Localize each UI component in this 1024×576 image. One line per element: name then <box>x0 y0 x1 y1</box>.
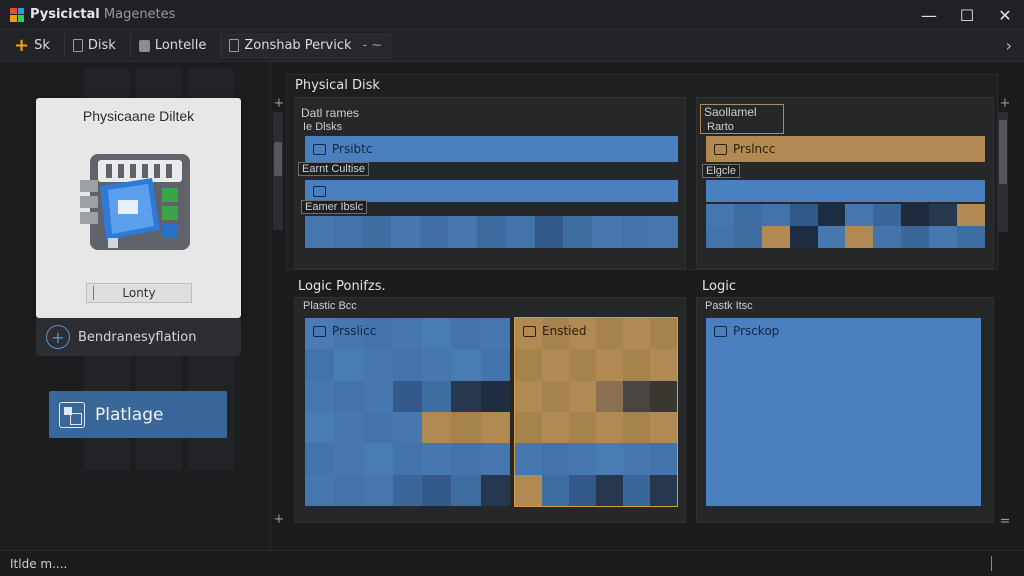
maximize-button[interactable]: ☐ <box>948 0 986 30</box>
toolbar-item-label: Zonshab Pervick <box>244 38 352 53</box>
add-circle-icon: + <box>46 325 70 349</box>
volume-label-row: Prsckop <box>706 318 981 344</box>
partition-label: Prslncc <box>733 142 776 156</box>
window-title: Pysicictal Magenetes <box>30 7 176 22</box>
document-icon <box>72 39 83 52</box>
volume-label: Enstied <box>542 324 587 338</box>
minimize-button[interactable]: — <box>910 0 948 30</box>
partition-bar[interactable]: Prslncc <box>706 136 985 162</box>
volume-label-row: Enstied <box>515 318 675 344</box>
expand-icon[interactable]: + <box>273 97 285 110</box>
logic-volume-large[interactable] <box>706 318 981 506</box>
volume-label: Prsckop <box>733 324 780 338</box>
physical-disk-title: Physical Disk <box>295 78 380 93</box>
panel-label: Elgcle <box>702 164 740 178</box>
volume-icon <box>313 325 326 337</box>
disk-manager-icon <box>80 154 190 250</box>
status-text: Itlde m.... <box>10 556 68 571</box>
disk-block-grid <box>706 204 985 248</box>
partition-icon <box>714 143 727 155</box>
app-window: Pysicictal Magenetes — ☐ ✕ + Sk Disk Lon… <box>0 0 1024 576</box>
logic-left-title: Logic Ponifzs. <box>298 279 386 294</box>
expand-icon[interactable]: + <box>999 97 1011 110</box>
plus-icon: + <box>14 35 30 56</box>
volume-icon <box>714 325 727 337</box>
disk-block-grid <box>305 216 678 248</box>
panel-label: Plastic Bcc <box>303 300 357 312</box>
card-title: Physicaane Diltek <box>82 108 195 124</box>
add-action-row[interactable]: + Bendranesyflation <box>36 318 241 356</box>
logic-volume-gold[interactable] <box>514 317 678 507</box>
toolbar-item-disk[interactable]: Disk <box>63 33 124 58</box>
toolbar-item-label: Sk <box>34 38 50 53</box>
toolbar-item-label: Disk <box>87 38 116 53</box>
add-action-label: Bendranesyflation <box>78 329 197 345</box>
partition-bar[interactable] <box>706 180 985 202</box>
expand-icon[interactable]: + <box>273 513 285 526</box>
left-scrollbar[interactable] <box>273 112 283 230</box>
panel-label: Datl rames <box>301 106 360 120</box>
document-icon <box>229 39 240 52</box>
partition-bar[interactable]: Prsibtc <box>305 136 678 162</box>
layers-icon <box>59 401 85 428</box>
logic-volume-blue[interactable] <box>305 318 510 506</box>
chevron-right-icon[interactable]: › <box>1006 36 1012 55</box>
toolbar-item-sk[interactable]: + Sk <box>6 34 58 58</box>
dropdown-suffix: - ~ <box>362 38 383 53</box>
disk-card[interactable]: Physicaane Diltek Lonty <box>36 98 241 318</box>
panel-label: Pastk Itsc <box>705 300 753 312</box>
right-scrollbar[interactable] <box>998 112 1008 232</box>
volume-label: Prsslicc <box>332 324 377 338</box>
status-divider <box>991 556 992 571</box>
panel-label: Ie Dlsks <box>303 121 343 133</box>
panel-label: Eamer Ibslc <box>301 200 368 214</box>
app-logo-icon <box>10 7 24 22</box>
title-bar: Pysicictal Magenetes — ☐ ✕ <box>0 0 1024 30</box>
platlage-button[interactable]: Platlage <box>49 391 227 438</box>
platlage-label: Platlage <box>95 404 164 425</box>
panel-label: Rarto <box>707 121 734 133</box>
logic-right-title: Logic <box>702 279 736 294</box>
window-controls: — ☐ ✕ <box>910 0 1024 30</box>
card-status-label: Lonty <box>86 283 192 303</box>
toolbar: + Sk Disk Lontelle Zonshab Pervick - ~ › <box>0 30 1024 62</box>
toolbar-dropdown[interactable]: Zonshab Pervick - ~ <box>220 33 392 58</box>
collapse-icon[interactable]: = <box>999 515 1011 528</box>
close-button[interactable]: ✕ <box>986 0 1024 30</box>
partition-icon <box>313 185 326 197</box>
status-bar: Itlde m.... <box>0 550 1024 576</box>
panel-label: Earnt Cultise <box>298 162 369 176</box>
partition-bar[interactable] <box>305 180 678 202</box>
disk-icon <box>138 39 150 52</box>
partition-label: Prsibtc <box>332 142 373 156</box>
toolbar-item-label: Lontelle <box>154 38 207 53</box>
volume-icon <box>523 325 536 337</box>
volume-label-row: Prsslicc <box>305 318 510 344</box>
toolbar-item-lontelle[interactable]: Lontelle <box>129 33 215 58</box>
partition-icon <box>313 143 326 155</box>
